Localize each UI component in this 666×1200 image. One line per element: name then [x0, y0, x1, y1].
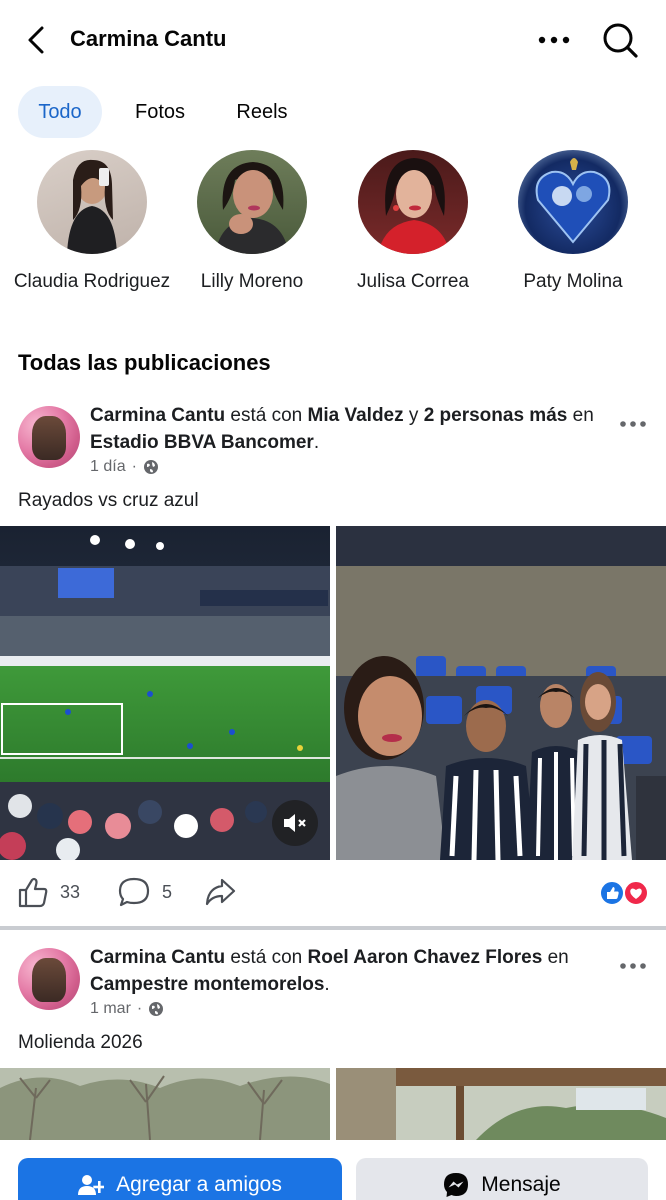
- top-bar: Carmina Cantu: [0, 0, 666, 80]
- add-friend-button[interactable]: Agregar a amigos: [18, 1158, 342, 1200]
- author-link[interactable]: Carmina Cantu: [90, 405, 225, 426]
- friend-card[interactable]: Claudia Rodriguez: [12, 150, 172, 296]
- post-meta: 1 mar ·: [90, 1000, 164, 1018]
- post-photo[interactable]: [336, 1068, 666, 1140]
- friend-name: Lilly Moreno: [200, 271, 304, 292]
- post-more-icon[interactable]: [618, 956, 648, 976]
- post-author-avatar[interactable]: [18, 948, 80, 1010]
- post-meta: 1 día ·: [90, 458, 159, 476]
- in-text: en: [572, 405, 594, 426]
- messenger-icon: [444, 1173, 469, 1197]
- tab-reels[interactable]: Reels: [220, 86, 304, 138]
- friend-name: Claudia Rodriguez: [13, 271, 171, 292]
- mute-button[interactable]: [272, 800, 318, 846]
- friend-avatar: [358, 150, 468, 254]
- comment-count: 5: [162, 881, 173, 902]
- and-text: y: [408, 405, 419, 426]
- post-more-icon[interactable]: [618, 414, 648, 434]
- speaker-muted-icon: [284, 814, 306, 832]
- others-link[interactable]: 2 personas más: [424, 405, 568, 426]
- period-text: .: [324, 974, 330, 995]
- globe-icon: [143, 460, 158, 474]
- friend-avatar: [518, 150, 628, 254]
- friend-avatar: [197, 150, 307, 254]
- like-count: 33: [60, 881, 81, 902]
- dot-separator: ·: [131, 458, 137, 475]
- tab-todo[interactable]: Todo: [18, 86, 102, 138]
- post-time[interactable]: 1 día: [90, 458, 126, 476]
- comment-icon: [118, 877, 150, 907]
- post-divider: [0, 926, 666, 930]
- friend-card[interactable]: Paty Molina: [493, 150, 653, 296]
- period-text: .: [313, 432, 320, 453]
- like-button[interactable]: 33: [18, 876, 80, 908]
- tab-fotos[interactable]: Fotos: [118, 86, 202, 138]
- comment-button[interactable]: 5: [118, 876, 172, 908]
- friend-card[interactable]: Lilly Moreno: [172, 150, 332, 296]
- friend-name: Julisa Correa: [357, 271, 469, 292]
- back-arrow-icon[interactable]: [22, 22, 50, 58]
- friend-card[interactable]: Julisa Correa: [333, 150, 493, 296]
- more-options-icon[interactable]: [536, 24, 572, 56]
- place-link[interactable]: Estadio BBVA Bancomer: [90, 432, 314, 453]
- author-link[interactable]: Carmina Cantu: [90, 947, 225, 968]
- share-button[interactable]: [204, 876, 236, 908]
- page-title: Carmina Cantu: [70, 26, 227, 51]
- tagged-link[interactable]: Mia Valdez: [308, 405, 404, 426]
- post-photo[interactable]: [0, 526, 330, 860]
- post-photo[interactable]: [336, 526, 666, 860]
- post-time[interactable]: 1 mar: [90, 1000, 131, 1018]
- thumbs-up-icon: [18, 877, 48, 908]
- message-button[interactable]: Mensaje: [356, 1158, 648, 1200]
- with-text: está con: [230, 947, 303, 968]
- post-caption: Rayados vs cruz azul: [18, 490, 199, 511]
- post-header: Carmina Cantu está con Roel Aaron Chavez…: [90, 944, 610, 998]
- friend-avatar: [37, 150, 147, 254]
- post-caption: Molienda 2026: [18, 1032, 143, 1053]
- add-friend-label: Agregar a amigos: [116, 1173, 282, 1196]
- message-label: Mensaje: [481, 1173, 561, 1196]
- in-text: en: [547, 947, 569, 968]
- add-friend-icon: [78, 1175, 105, 1195]
- section-title: Todas las publicaciones: [18, 350, 271, 375]
- share-icon: [205, 878, 236, 906]
- dot-separator: ·: [136, 1000, 143, 1017]
- place-link[interactable]: Campestre montemorelos: [90, 974, 324, 995]
- post-photo[interactable]: [0, 1068, 330, 1140]
- bottom-action-bar: Agregar a amigos Mensaje: [0, 1140, 666, 1200]
- search-icon[interactable]: [600, 20, 640, 60]
- globe-icon: [149, 1002, 164, 1016]
- post-header: Carmina Cantu está con Mia Valdez y 2 pe…: [90, 402, 610, 456]
- post-author-avatar[interactable]: [18, 406, 80, 468]
- tagged-link[interactable]: Roel Aaron Chavez Flores: [308, 947, 543, 968]
- reactions-summary[interactable]: [598, 880, 650, 906]
- friend-name: Paty Molina: [523, 271, 623, 292]
- with-text: está con: [230, 405, 303, 426]
